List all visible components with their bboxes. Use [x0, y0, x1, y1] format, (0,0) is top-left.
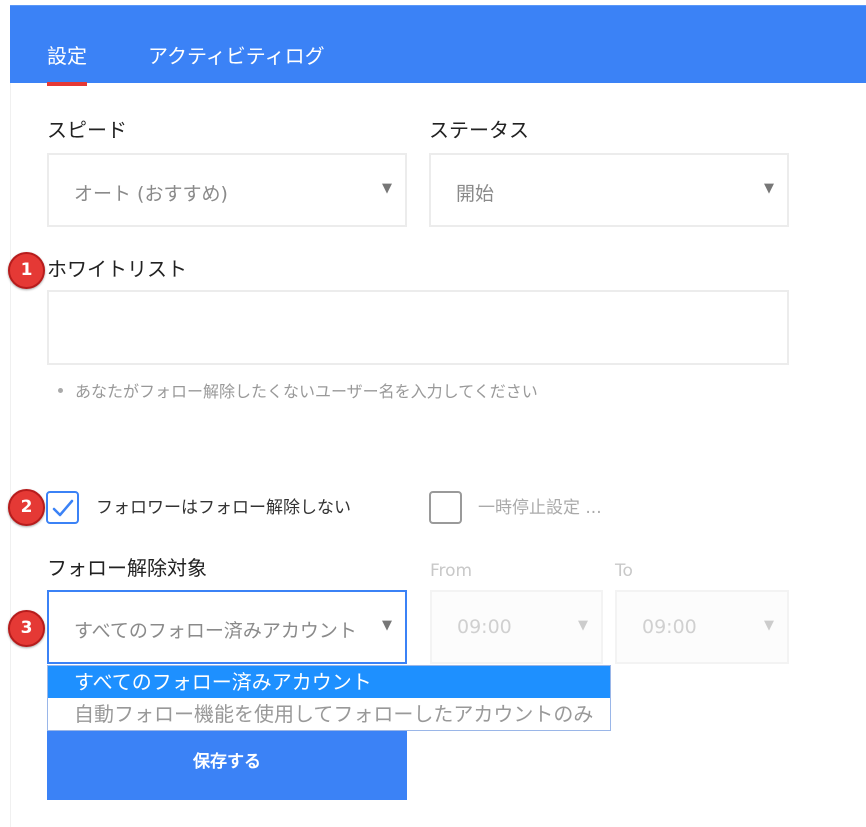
speed-select[interactable]: オート (おすすめ) ▼	[47, 153, 407, 227]
to-time-value: 09:00	[642, 616, 697, 638]
status-select[interactable]: 開始 ▼	[429, 153, 789, 227]
status-label: ステータス	[429, 118, 529, 142]
from-time-select[interactable]: 09:00 ▼	[430, 590, 603, 664]
chevron-down-icon: ▼	[764, 618, 774, 633]
top-nav-bar: 設定 アクティビティログ	[10, 5, 866, 86]
keep-followers-checkbox[interactable]	[46, 491, 79, 524]
annotation-badge-1: 1	[8, 252, 45, 289]
unfollow-target-select[interactable]: すべてのフォロー済みアカウント ▼	[47, 590, 407, 664]
unfollow-target-label: フォロー解除対象	[47, 556, 207, 580]
chevron-down-icon: ▼	[382, 181, 392, 196]
speed-select-value: オート (おすすめ)	[74, 183, 228, 205]
bullet-icon	[58, 388, 63, 393]
checkmark-icon	[52, 499, 74, 517]
to-time-select[interactable]: 09:00 ▼	[615, 590, 789, 664]
annotation-badge-3: 3	[8, 610, 45, 647]
chevron-down-icon: ▼	[382, 618, 392, 633]
keep-followers-label[interactable]: フォロワーはフォロー解除しない	[96, 498, 351, 518]
dropdown-option-all[interactable]: すべてのフォロー済みアカウント	[48, 666, 610, 698]
dropdown-option-auto-followed[interactable]: 自動フォロー機能を使用してフォローしたアカウントのみ	[48, 698, 610, 730]
annotation-badge-2: 2	[8, 489, 45, 526]
pause-settings-label[interactable]: 一時停止設定 ...	[478, 498, 602, 518]
whitelist-input[interactable]	[47, 290, 789, 365]
speed-label: スピード	[47, 118, 127, 142]
tab-settings[interactable]: 設定	[47, 44, 87, 86]
to-label: To	[615, 561, 633, 581]
unfollow-target-dropdown: すべてのフォロー済みアカウント 自動フォロー機能を使用してフォローしたアカウント…	[47, 665, 611, 731]
status-select-value: 開始	[456, 183, 495, 205]
from-time-value: 09:00	[457, 616, 512, 638]
tab-activity-log[interactable]: アクティビティログ	[148, 44, 325, 68]
unfollow-target-value: すべてのフォロー済みアカウント	[74, 620, 357, 642]
chevron-down-icon: ▼	[764, 181, 774, 196]
left-divider	[10, 83, 11, 827]
whitelist-hint-text: あなたがフォロー解除したくないユーザー名を入力してください	[75, 382, 538, 401]
pause-settings-checkbox[interactable]	[429, 491, 462, 524]
save-button[interactable]: 保存する	[47, 731, 407, 800]
whitelist-hint: あなたがフォロー解除したくないユーザー名を入力してください	[58, 378, 538, 402]
from-label: From	[430, 561, 473, 581]
whitelist-label: ホワイトリスト	[47, 257, 187, 281]
chevron-down-icon: ▼	[578, 618, 588, 633]
